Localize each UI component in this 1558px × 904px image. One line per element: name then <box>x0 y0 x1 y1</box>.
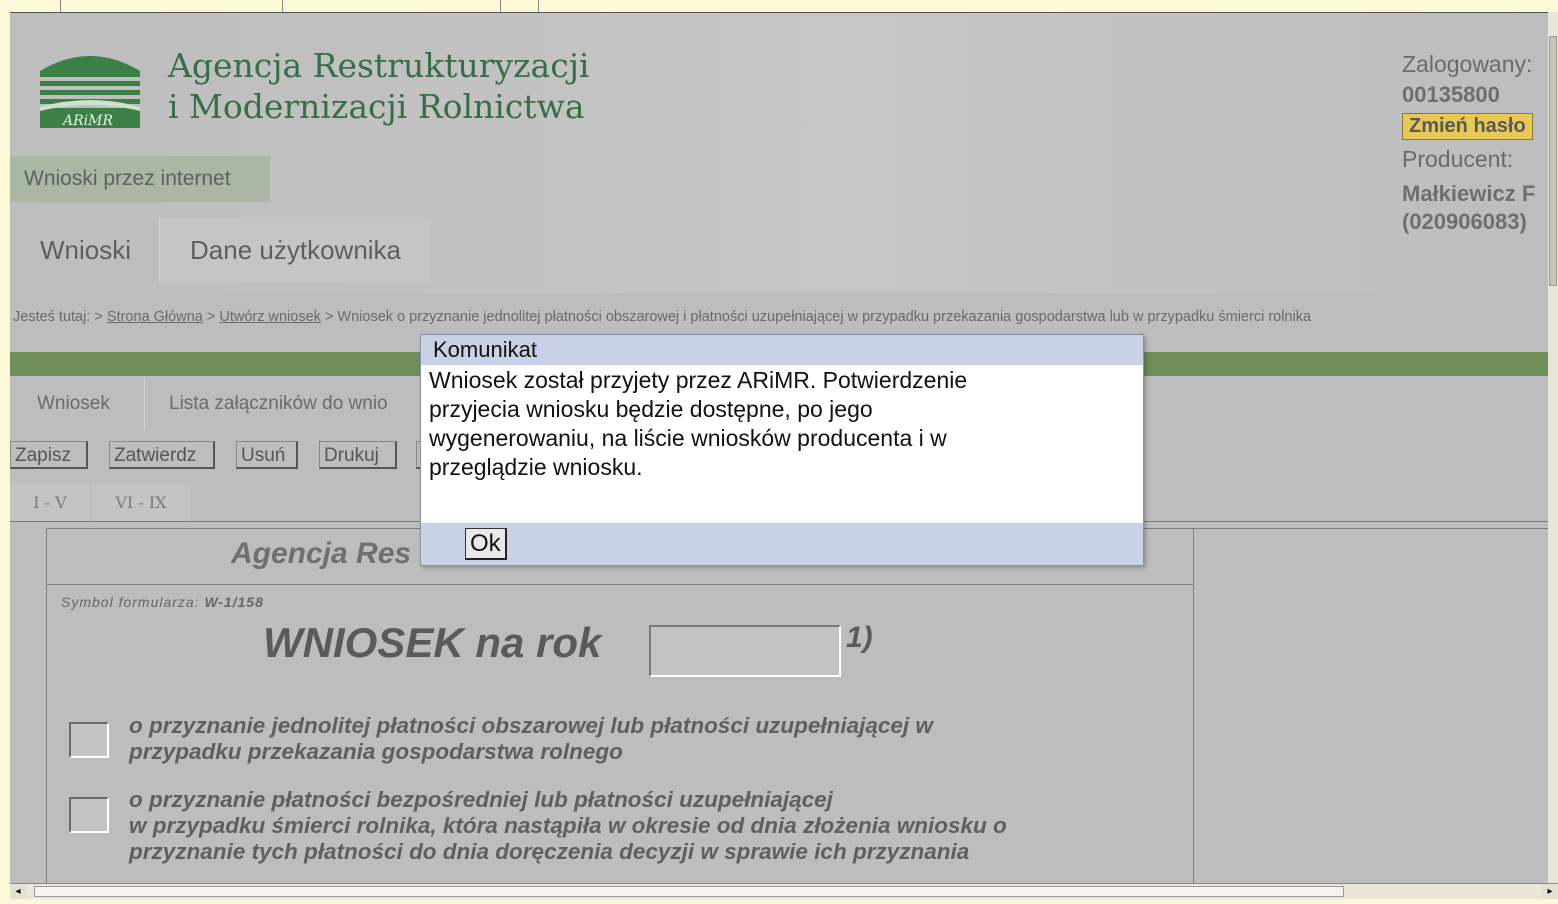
dialog-message-line: wygenerowaniu, na liście wniosków produc… <box>429 425 947 451</box>
form-title: Agencja Res <box>231 537 412 570</box>
form-area: Agencja Res Symbol formularza: W-1/158 W… <box>46 528 1194 884</box>
form-heading: WNIOSEK na rok <box>263 619 602 666</box>
breadcrumb-separator: > <box>94 309 103 325</box>
user-panel: Zalogowany: 00135800 Zmień hasło Produce… <box>1402 49 1548 236</box>
tab-lista-zalacznikow[interactable]: Lista załączników do wnio <box>169 377 388 431</box>
window-top-strip <box>10 0 1558 12</box>
column-divider <box>60 0 61 12</box>
breadcrumb-home-link[interactable]: Strona Główna <box>107 309 203 325</box>
column-divider <box>500 0 501 12</box>
form-symbol: Symbol formularza: W-1/158 <box>61 594 264 610</box>
dialog-message: Wniosek został przyjety przez ARiMR. Pot… <box>429 366 1119 482</box>
tab-divider <box>144 377 145 431</box>
message-dialog: Komunikat Wniosek został przyjety przez … <box>420 334 1144 566</box>
producer-name: Małkiewicz F <box>1402 181 1536 206</box>
main-nav: Wnioski Dane użytkownika <box>10 218 430 282</box>
nav-tab-wnioski[interactable]: Wnioski <box>10 218 159 282</box>
option-transfer-line: przypadku przekazania gospodarstwa rolne… <box>129 739 623 764</box>
dialog-footer: Ok <box>421 523 1143 565</box>
section-tab-6-9[interactable]: VI - IX <box>92 484 190 522</box>
arimr-logo-icon: ARiMR <box>40 56 140 129</box>
right-pane <box>1192 528 1548 884</box>
producer-id: (020906083) <box>1402 209 1527 234</box>
confirm-button[interactable]: Zatwierdz <box>109 441 215 469</box>
save-button[interactable]: Zapisz <box>10 441 88 469</box>
option-death-line: o przyznanie płatności bezpośredniej lub… <box>129 787 833 812</box>
ok-button[interactable]: Ok <box>465 528 507 560</box>
logged-user-id: 00135800 <box>1402 82 1500 107</box>
agency-name-line1: Agencja Restrukturyzacji <box>168 46 590 85</box>
form-symbol-label: Symbol formularza: <box>61 594 200 610</box>
delete-button[interactable]: Usuń <box>236 441 298 469</box>
breadcrumb-create-link[interactable]: Utwórz wniosek <box>219 309 321 325</box>
tab-wniosek[interactable]: Wniosek <box>37 377 110 431</box>
dialog-message-line: Wniosek został przyjety przez ARiMR. Pot… <box>429 367 968 393</box>
logged-label: Zalogowany: <box>1402 51 1533 77</box>
breadcrumb-separator: > <box>206 309 216 325</box>
print-button[interactable]: Drukuj <box>319 441 397 469</box>
service-tab[interactable]: Wnioski przez internet <box>10 156 270 202</box>
column-divider <box>282 0 283 12</box>
year-input[interactable] <box>649 625 841 677</box>
option-death-checkbox[interactable] <box>69 797 109 833</box>
breadcrumb-separator: > <box>324 309 334 325</box>
option-transfer-line: o przyznanie jednolitej płatności obszar… <box>129 713 933 738</box>
producer-label: Producent: <box>1402 146 1514 172</box>
agency-name: Agencja Restrukturyzacji i Modernizacji … <box>168 45 589 127</box>
option-transfer-text: o przyznanie jednolitej płatności obszar… <box>129 713 933 765</box>
scroll-left-arrow-icon[interactable]: ◂ <box>10 884 26 899</box>
option-death-line: w przypadku śmierci rolnika, która nastą… <box>129 813 1007 838</box>
column-divider <box>538 0 539 12</box>
dialog-title: Komunikat <box>421 335 1143 365</box>
nav-tab-dane-uzytkownika[interactable]: Dane użytkownika <box>159 218 430 282</box>
scroll-right-arrow-icon[interactable]: ▸ <box>1542 884 1558 899</box>
logo-text: ARiMR <box>61 113 113 129</box>
option-death-line: przyznanie tych płatności do dnia doręcz… <box>129 839 970 864</box>
vertical-scroll-thumb[interactable] <box>1549 36 1557 286</box>
option-death-text: o przyznanie płatności bezpośredniej lub… <box>129 787 1007 865</box>
form-symbol-value: W-1/158 <box>204 594 264 610</box>
dialog-message-line: przyjecia wniosku będzie dostępne, po je… <box>429 396 873 422</box>
section-tab-1-5[interactable]: I - V <box>10 484 90 522</box>
dialog-message-line: przeglądzie wniosku. <box>429 454 643 480</box>
option-transfer-checkbox[interactable] <box>69 722 109 758</box>
change-password-button[interactable]: Zmień hasło <box>1402 113 1533 140</box>
footnote-marker: 1) <box>846 621 873 654</box>
agency-name-line2: i Modernizacji Rolnictwa <box>168 87 585 126</box>
breadcrumb-prefix: Jesteś tutaj: <box>13 309 91 325</box>
breadcrumb: Jesteś tutaj: > Strona Główna > Utwórz w… <box>13 309 1311 325</box>
breadcrumb-current: Wniosek o przyznanie jednolitej płatnośc… <box>337 309 1312 325</box>
horizontal-scrollbar[interactable]: ◂ ▸ <box>10 883 1558 899</box>
horizontal-scroll-thumb[interactable] <box>34 886 1344 897</box>
